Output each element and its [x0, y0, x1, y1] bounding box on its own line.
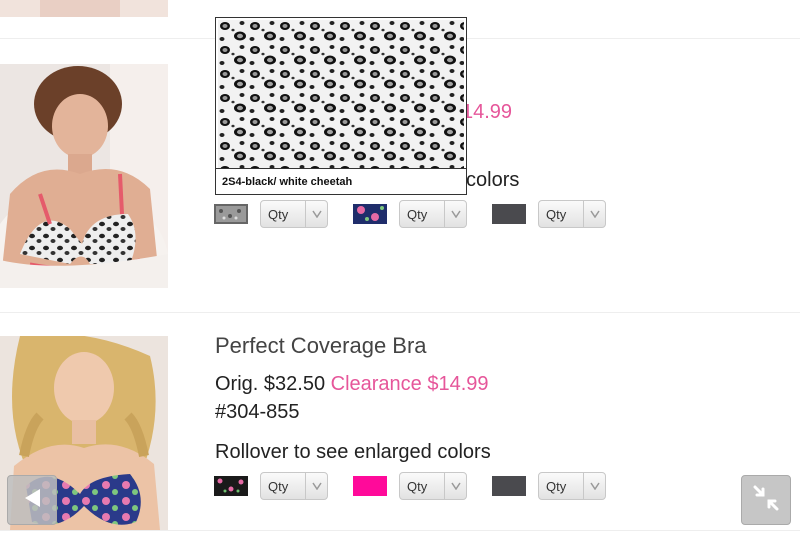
color-swatch-cheetah[interactable]	[214, 204, 248, 224]
popup-caption: 2S4-black/ white cheetah	[216, 168, 466, 194]
color-swatch-hot-pink[interactable]	[353, 476, 387, 496]
qty-label: Qty	[546, 207, 567, 222]
rollover-hint: colors	[466, 169, 520, 191]
enlarged-color-popup: 2S4-black/ white cheetah	[215, 17, 467, 195]
chevron-down-icon	[305, 201, 327, 227]
color-swatch-charcoal[interactable]	[492, 476, 526, 496]
original-price: Orig. $32.50	[215, 373, 326, 395]
chevron-down-icon	[583, 473, 605, 499]
collapse-button[interactable]	[741, 475, 791, 525]
product-photo[interactable]	[0, 64, 168, 288]
product-title[interactable]: Perfect Coverage Bra	[215, 333, 427, 359]
product-sku: #304-855	[215, 401, 300, 423]
clearance-price: 14.99	[462, 101, 513, 123]
chevron-down-icon	[444, 473, 466, 499]
qty-select[interactable]: Qty	[260, 472, 328, 500]
qty-label: Qty	[407, 207, 428, 222]
qty-label: Qty	[268, 479, 289, 494]
color-swatch-charcoal[interactable]	[492, 204, 526, 224]
cheetah-print-image	[218, 20, 464, 168]
clearance-price: Clearance $14.99	[330, 373, 489, 395]
qty-label: Qty	[407, 479, 428, 494]
qty-label: Qty	[268, 207, 289, 222]
color-swatch-navy-floral[interactable]	[353, 204, 387, 224]
rollover-hint: Rollover to see enlarged colors	[215, 441, 491, 463]
product-price: Orig. $32.50 Clearance $14.99	[215, 373, 489, 396]
chevron-down-icon	[583, 201, 605, 227]
chevron-down-icon	[305, 473, 327, 499]
chevron-down-icon	[444, 201, 466, 227]
product-photo-previous[interactable]	[0, 0, 168, 17]
row-divider-middle	[0, 312, 800, 313]
qty-select[interactable]: Qty	[399, 200, 467, 228]
qty-label: Qty	[546, 479, 567, 494]
qty-select[interactable]: Qty	[260, 200, 328, 228]
product-price: 14.99	[462, 101, 512, 124]
back-button[interactable]	[7, 475, 57, 525]
qty-select[interactable]: Qty	[399, 472, 467, 500]
qty-select[interactable]: Qty	[538, 200, 606, 228]
left-triangle-icon	[22, 487, 42, 514]
collapse-arrows-icon	[752, 484, 780, 517]
row-divider-bottom	[0, 530, 800, 531]
color-swatch-black-floral[interactable]	[214, 476, 248, 496]
qty-select[interactable]: Qty	[538, 472, 606, 500]
